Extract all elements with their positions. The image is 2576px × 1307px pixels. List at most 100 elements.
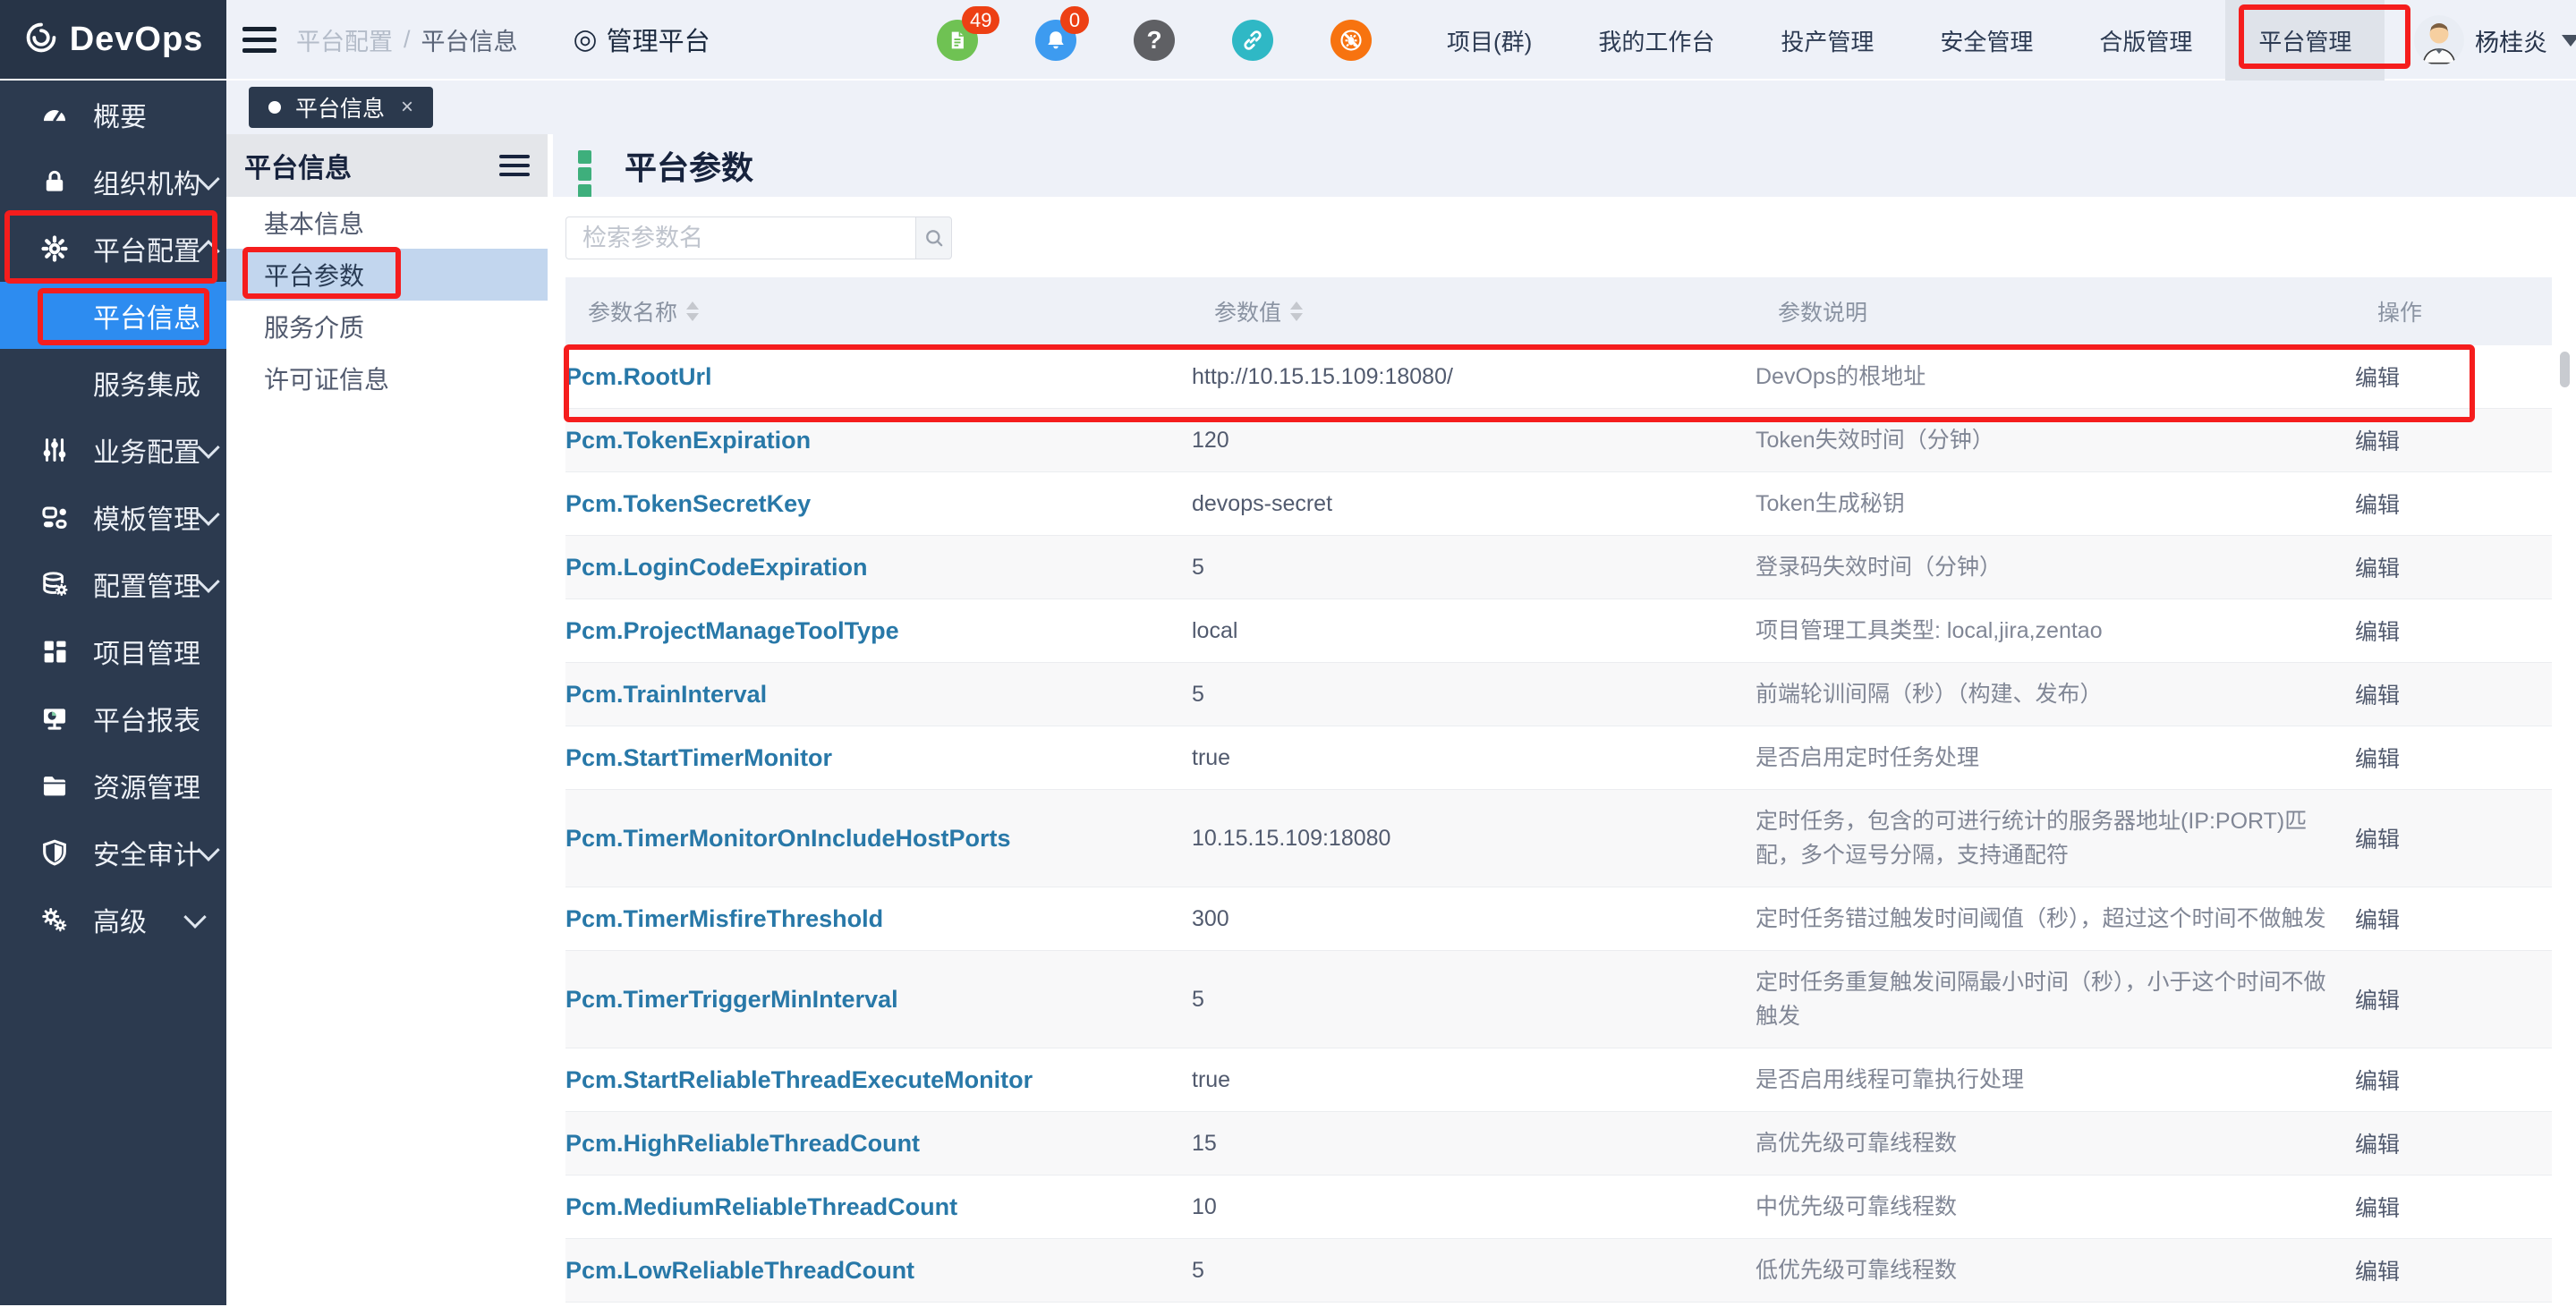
no-bug-icon[interactable] <box>1331 20 1372 61</box>
param-name-link[interactable]: Pcm.RootUrl <box>565 363 712 390</box>
icon-spacer <box>39 301 70 331</box>
sidebar-item-platform-report[interactable]: 平台报表 <box>0 684 226 751</box>
vertical-scrollbar[interactable] <box>2560 352 2570 387</box>
nav-item-我的工作台[interactable]: 我的工作台 <box>1565 0 1747 81</box>
gear-icon <box>39 233 70 264</box>
sidebar-item-resource-mgmt[interactable]: 资源管理 <box>0 751 226 819</box>
user-menu[interactable]: 杨桂炎 <box>2414 0 2576 81</box>
param-name-link[interactable]: Pcm.LoginCodeExpiration <box>565 554 868 581</box>
edit-link[interactable]: 编辑 <box>2355 1260 2400 1285</box>
sidebar-item-organization[interactable]: 组织机构 <box>0 148 226 215</box>
param-value: 5 <box>1192 987 1756 1013</box>
edit-link[interactable]: 编辑 <box>2355 1196 2400 1221</box>
page-title-bar: 平台参数 <box>553 134 2576 197</box>
sidebar-item-project-mgmt[interactable]: 项目管理 <box>0 617 226 684</box>
tab-platform-info[interactable]: 平台信息 × <box>249 87 433 128</box>
param-name-link[interactable]: Pcm.LowReliableThreadCount <box>565 1257 914 1284</box>
table-row[interactable]: Pcm.ProjectManageToolType local 项目管理工具类型… <box>565 599 2552 663</box>
edit-link[interactable]: 编辑 <box>2355 493 2400 518</box>
devops-logo-icon <box>23 20 59 60</box>
secondary-item-平台参数[interactable]: 平台参数 <box>226 249 548 301</box>
sidebar-item-security-audit[interactable]: 安全审计 <box>0 819 226 886</box>
link-icon[interactable] <box>1232 20 1273 61</box>
sidebar-item-business-config[interactable]: 业务配置 <box>0 416 226 483</box>
edit-link[interactable]: 编辑 <box>2355 620 2400 645</box>
docs-icon-wrap: 49 <box>937 20 978 61</box>
nav-item-项目(群)[interactable]: 项目(群) <box>1414 0 1565 81</box>
edit-link[interactable]: 编辑 <box>2355 908 2400 933</box>
chevron-down-icon <box>197 503 219 525</box>
secondary-item-许可证信息[interactable]: 许可证信息 <box>226 352 548 404</box>
sidebar-item-config-mgmt[interactable]: 配置管理 <box>0 550 226 617</box>
sidebar-item-label: 平台报表 <box>93 699 200 738</box>
param-name-link[interactable]: Pcm.StartTimerMonitor <box>565 744 832 771</box>
breadcrumb-parent[interactable]: 平台配置 <box>296 22 393 57</box>
param-name-link[interactable]: Pcm.TimerMisfireThreshold <box>565 905 883 932</box>
param-name-link[interactable]: Pcm.TimerMonitorOnIncludeHostPorts <box>565 825 1011 852</box>
edit-link[interactable]: 编辑 <box>2355 827 2400 853</box>
table-row[interactable]: Pcm.TimerTriggerMinInterval 5 定时任务重复触发间隔… <box>565 951 2552 1048</box>
table-row[interactable]: Pcm.TokenSecretKey devops-secret Token生成… <box>565 472 2552 536</box>
sort-icon[interactable] <box>1290 301 1303 321</box>
table-row[interactable]: Pcm.TimerMonitorOnIncludeHostPorts 10.15… <box>565 790 2552 887</box>
param-name-link[interactable]: Pcm.TokenExpiration <box>565 427 811 454</box>
secondary-item-基本信息[interactable]: 基本信息 <box>226 197 548 249</box>
table-row[interactable]: Pcm.HighReliableThreadCount 15 高优先级可靠线程数… <box>565 1112 2552 1175</box>
topbar-icon-group: 49 0 ? <box>937 0 1372 81</box>
notifications-badge: 0 <box>1060 6 1089 34</box>
column-header-参数值[interactable]: 参数值 <box>1214 295 1778 327</box>
breadcrumb: 平台配置 / 平台信息 <box>296 0 518 79</box>
param-name-link[interactable]: Pcm.TokenSecretKey <box>565 490 811 517</box>
page: DevOps 平台配置 / 平台信息 ◎ 管理平台 49 0 <box>0 0 2576 1307</box>
param-name-link[interactable]: Pcm.HighReliableThreadCount <box>565 1130 920 1157</box>
edit-link[interactable]: 编辑 <box>2355 1133 2400 1158</box>
main-area: 平台参数 参数名称参数值参数说明操作 Pcm.RootUrl http://10… <box>553 134 2576 1305</box>
edit-link[interactable]: 编辑 <box>2355 747 2400 772</box>
table-row[interactable]: Pcm.MediumReliableThreadCount 10 中优先级可靠线… <box>565 1175 2552 1239</box>
app-logo[interactable]: DevOps <box>0 0 226 79</box>
search-button[interactable] <box>915 216 952 259</box>
sidebar-item-service-integration[interactable]: 服务集成 <box>0 349 226 416</box>
secondary-menu-icon[interactable] <box>499 155 530 176</box>
sidebar-item-overview[interactable]: 概要 <box>0 81 226 148</box>
table-row[interactable]: Pcm.StartTimerMonitor true 是否启用定时任务处理 编辑 <box>565 726 2552 790</box>
param-name-link[interactable]: Pcm.TrainInterval <box>565 681 767 708</box>
sidebar-item-advanced[interactable]: 高级 <box>0 886 226 953</box>
help-icon[interactable]: ? <box>1134 20 1175 61</box>
table-row[interactable]: Pcm.TimerMisfireThreshold 300 定时任务错过触发时间… <box>565 887 2552 951</box>
edit-link[interactable]: 编辑 <box>2355 429 2400 454</box>
nav-item-合版管理[interactable]: 合版管理 <box>2066 0 2225 81</box>
secondary-item-服务介质[interactable]: 服务介质 <box>226 301 548 352</box>
nav-item-平台管理[interactable]: 平台管理 <box>2225 0 2385 81</box>
column-header-参数名称[interactable]: 参数名称 <box>588 295 1214 327</box>
search-input[interactable] <box>565 216 915 259</box>
param-value: true <box>1192 745 1756 771</box>
sidebar-item-platform-info[interactable]: 平台信息 <box>0 282 226 349</box>
param-name-link[interactable]: Pcm.StartReliableThreadExecuteMonitor <box>565 1066 1033 1093</box>
table-row[interactable]: Pcm.LowReliableThreadCount 5 低优先级可靠线程数 编… <box>565 1239 2552 1303</box>
edit-link[interactable]: 编辑 <box>2355 1069 2400 1094</box>
sort-icon[interactable] <box>686 301 699 321</box>
sidebar-item-platform-config[interactable]: 平台配置 <box>0 215 226 282</box>
edit-link[interactable]: 编辑 <box>2355 683 2400 709</box>
table-row[interactable]: Pcm.StartReliableThreadExecuteMonitor tr… <box>565 1048 2552 1112</box>
tab-close-icon[interactable]: × <box>401 95 413 120</box>
table-row[interactable]: Pcm.LoginCodeExpiration 5 登录码失效时间（分钟） 编辑 <box>565 536 2552 599</box>
table-row[interactable]: Pcm.TrainInterval 5 前端轮训间隔（秒）（构建、发布） 编辑 <box>565 663 2552 726</box>
nav-item-投产管理[interactable]: 投产管理 <box>1747 0 1907 81</box>
edit-link[interactable]: 编辑 <box>2355 556 2400 581</box>
param-name-link[interactable]: Pcm.MediumReliableThreadCount <box>565 1193 957 1220</box>
edit-link[interactable]: 编辑 <box>2355 989 2400 1014</box>
edit-link[interactable]: 编辑 <box>2355 366 2400 391</box>
param-value: 5 <box>1192 682 1756 708</box>
nav-item-安全管理[interactable]: 安全管理 <box>1907 0 2066 81</box>
grid-icon <box>39 636 70 666</box>
sidebar-item-template-mgmt[interactable]: 模板管理 <box>0 483 226 550</box>
user-name: 杨桂炎 <box>2475 23 2547 58</box>
table-row[interactable]: Pcm.RootUrl http://10.15.15.109:18080/ D… <box>565 345 2552 409</box>
param-name-link[interactable]: Pcm.TimerTriggerMinInterval <box>565 986 898 1013</box>
collapse-menu-icon[interactable] <box>242 0 276 79</box>
table-row[interactable]: Pcm.TokenExpiration 120 Token失效时间（分钟） 编辑 <box>565 409 2552 472</box>
param-value: 5 <box>1192 1258 1756 1284</box>
param-name-link[interactable]: Pcm.ProjectManageToolType <box>565 617 899 644</box>
